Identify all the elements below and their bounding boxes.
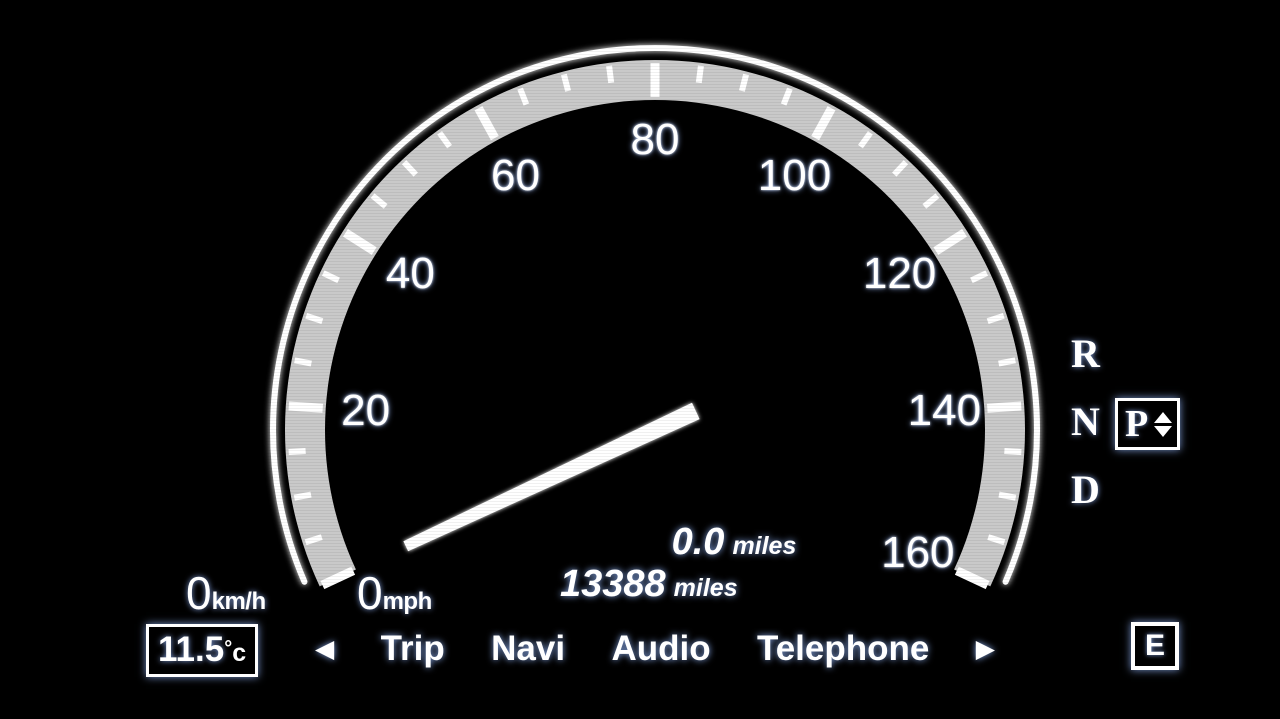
gear-position-d: D [1071, 467, 1100, 512]
speed-readout-kmh: 0km/h [186, 566, 266, 620]
triangle-down-icon [1154, 425, 1173, 437]
gauge-scale-label-60: 60 [491, 150, 540, 200]
gear-selector-indicator: R N D P [1063, 330, 1203, 520]
fuel-empty-label: E [1144, 629, 1165, 662]
gauge-major-tick [986, 401, 1022, 413]
gauge-scale-label-120: 120 [862, 249, 937, 299]
gauge-minor-tick [288, 447, 306, 455]
gauge-minor-tick [738, 73, 750, 92]
menu-next-arrow-icon[interactable]: ▶ [976, 636, 995, 662]
outside-temperature-box: 11.5°c [146, 624, 259, 677]
gauge-minor-tick [998, 357, 1016, 367]
gauge-minor-tick [294, 357, 312, 367]
mph-value: 0 [357, 567, 383, 619]
gauge-scale-label-20: 20 [341, 386, 391, 436]
gauge-minor-tick [695, 65, 704, 84]
total-odometer-row: 13388 miles [560, 564, 890, 604]
gauge-major-tick [288, 401, 324, 413]
temperature-unit: c [232, 639, 247, 667]
gauge-scale-label-80: 80 [630, 115, 680, 164]
current-gear-box: P [1115, 398, 1181, 450]
gauge-scale-label-160: 160 [881, 527, 955, 577]
gauge-minor-tick [998, 491, 1017, 501]
current-gear-value: P [1125, 403, 1149, 445]
kmh-unit: km/h [211, 588, 267, 615]
gauge-minor-tick [606, 65, 615, 84]
fuel-empty-indicator: E [1131, 622, 1179, 670]
gear-position-n: N [1071, 399, 1100, 444]
menu-item-audio[interactable]: Audio [611, 629, 710, 669]
degree-symbol-icon: ° [224, 637, 233, 660]
gauge-minor-tick [1004, 447, 1022, 455]
odometer-block: 0.0 miles 13388 miles [560, 522, 890, 605]
menu-item-trip[interactable]: Trip [381, 629, 445, 669]
trip-unit: miles [732, 532, 797, 560]
instrument-cluster: 20 40 60 80 100 120 140 160 0km/h 0mph 0.0 miles… [0, 0, 1280, 719]
gear-position-r: R [1071, 331, 1100, 376]
triangle-up-icon [1154, 411, 1173, 423]
gauge-scale-label-100: 100 [757, 150, 832, 200]
trip-meter-row: 0.0 miles [560, 522, 890, 562]
menu-item-navi[interactable]: Navi [491, 629, 565, 669]
temperature-value: 11.5 [158, 630, 225, 669]
gear-shift-arrows [1154, 411, 1173, 437]
menu-prev-arrow-icon[interactable]: ◀ [315, 636, 334, 662]
mph-unit: mph [382, 588, 433, 615]
menu-item-telephone[interactable]: Telephone [757, 629, 929, 669]
gauge-minor-tick [560, 73, 572, 92]
odometer-unit: miles [673, 574, 738, 603]
gauge-scale-label-140: 140 [907, 386, 982, 436]
bottom-menu-bar: ◀ Trip Navi Audio Telephone ▶ [315, 622, 995, 676]
gauge-scale-label-40: 40 [385, 249, 435, 299]
speed-readout-mph: 0mph [357, 566, 432, 620]
odometer-value: 13388 [560, 563, 666, 606]
trip-value: 0.0 [671, 521, 725, 563]
kmh-value: 0 [186, 567, 212, 619]
gauge-minor-tick [293, 491, 312, 501]
